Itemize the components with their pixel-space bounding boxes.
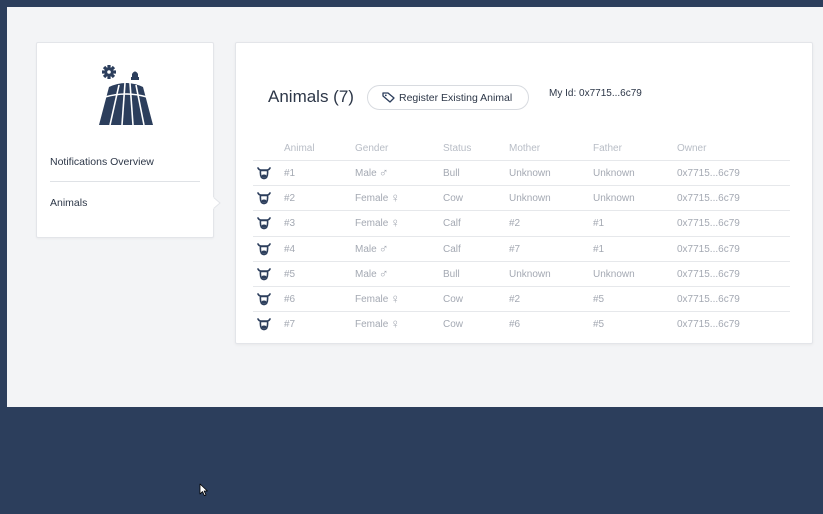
gender-symbol-icon: ♂	[378, 165, 389, 180]
mouse-pointer-icon	[199, 483, 208, 496]
register-button-label: Register Existing Animal	[399, 91, 513, 104]
cow-head-icon	[257, 318, 271, 331]
cell-status: Calf	[443, 243, 461, 255]
column-header-gender: Gender	[355, 143, 389, 154]
column-header-father: Father	[593, 143, 622, 154]
cell-mother: #2	[509, 218, 521, 230]
sidebar-item-animals[interactable]: Animals	[50, 197, 87, 209]
cow-head-icon	[257, 217, 271, 230]
cell-animal: #5	[284, 268, 296, 280]
column-header-animal: Animal	[284, 143, 315, 154]
cell-status: Cow	[443, 193, 464, 205]
cell-status: Calf	[443, 218, 461, 230]
cell-owner: 0x7715...6c79	[677, 293, 740, 305]
cell-owner: 0x7715...6c79	[677, 268, 740, 280]
cell-father: Unknown	[593, 268, 635, 280]
barn-logo-icon	[99, 65, 153, 125]
gender-symbol-icon: ♀	[390, 316, 401, 332]
cell-status: Bull	[443, 168, 460, 179]
cell-mother: Unknown	[509, 193, 551, 205]
sidebar-item-notifications[interactable]: Notifications Overview	[50, 156, 154, 168]
gender-symbol-icon: ♀	[390, 215, 401, 231]
gender-symbol-icon: ♂	[378, 240, 389, 256]
table-row[interactable]: #6 Female ♀ Cow #2 #5 0x7715...6c79	[253, 287, 790, 313]
cell-status: Cow	[443, 293, 464, 305]
table-row[interactable]: #7 Female ♀ Cow #6 #5 0x7715...6c79	[253, 312, 790, 337]
cell-mother: #2	[509, 293, 521, 305]
cell-father: #5	[593, 293, 605, 305]
tag-icon	[382, 92, 395, 103]
cell-gender: Female ♀	[355, 215, 401, 231]
app-page: Notifications Overview Animals Animals (…	[7, 7, 823, 514]
cell-mother: #6	[509, 319, 521, 331]
table-row[interactable]: #4 Male ♂ Calf #7 #1 0x7715...6c79	[253, 237, 790, 262]
footer	[7, 407, 823, 514]
cell-animal: #7	[284, 319, 296, 331]
gender-label: Female	[355, 293, 389, 305]
cell-mother: Unknown	[509, 268, 551, 280]
cell-animal: #4	[284, 243, 296, 255]
cell-father: #1	[593, 243, 605, 255]
table-row[interactable]: #2 Female ♀ Cow Unknown Unknown 0x7715...6c79	[253, 186, 790, 212]
gender-label: Female	[355, 218, 389, 230]
sidebar: Notifications Overview Animals	[36, 42, 221, 238]
table-body: #1 Male ♂ Bull Unknown Unknown 0x7715...6c79 #2…	[253, 161, 790, 337]
cell-animal: #1	[284, 168, 296, 179]
table-row[interactable]: #5 Male ♂ Bull Unknown Unknown 0x7715...6c79	[253, 262, 790, 287]
cell-animal: #2	[284, 193, 296, 205]
cell-father: #5	[593, 319, 605, 331]
cell-gender: Female ♀	[355, 190, 401, 206]
gender-symbol-icon: ♀	[390, 290, 401, 306]
sidebar-divider	[50, 181, 200, 182]
cell-father: Unknown	[593, 168, 635, 179]
column-header-mother: Mother	[509, 143, 541, 154]
cell-owner: 0x7715...6c79	[677, 193, 740, 205]
cell-mother: #7	[509, 243, 521, 255]
table-row[interactable]: #3 Female ♀ Calf #2 #1 0x7715...6c79	[253, 211, 790, 237]
animals-card: Animals (7) Register Existing Animal My …	[235, 42, 813, 344]
cell-animal: #3	[284, 218, 296, 230]
cow-head-icon	[257, 242, 271, 255]
cell-status: Cow	[443, 319, 464, 331]
gender-label: Female	[355, 319, 389, 331]
gender-label: Male	[355, 268, 377, 280]
cow-head-icon	[257, 167, 271, 180]
cell-gender: Female ♀	[355, 316, 401, 332]
cell-animal: #6	[284, 293, 296, 305]
gender-label: Male	[355, 168, 377, 179]
cow-head-icon	[257, 192, 271, 205]
table-row[interactable]: #1 Male ♂ Bull Unknown Unknown 0x7715...6c79	[253, 161, 790, 187]
animals-table: Animal Gender Status Mother Father Owner…	[253, 137, 790, 337]
cell-mother: Unknown	[509, 168, 551, 179]
my-id-label: My Id: 0x7715...6c79	[549, 88, 642, 99]
cow-head-icon	[257, 267, 271, 281]
active-indicator-arrow-icon	[213, 197, 221, 209]
cell-gender: Male ♂	[355, 165, 389, 180]
cell-father: #1	[593, 218, 605, 230]
page-title: Animals (7)	[268, 87, 354, 106]
column-header-status: Status	[443, 143, 472, 154]
gender-symbol-icon: ♂	[378, 265, 389, 281]
cell-owner: 0x7715...6c79	[677, 168, 740, 179]
cell-gender: Male ♂	[355, 265, 389, 281]
gender-label: Male	[355, 243, 377, 255]
cell-status: Bull	[443, 268, 460, 280]
gender-symbol-icon: ♀	[390, 190, 401, 206]
cell-gender: Male ♂	[355, 240, 389, 256]
table-header: Animal Gender Status Mother Father Owner	[253, 137, 790, 161]
gender-label: Female	[355, 193, 389, 205]
cell-owner: 0x7715...6c79	[677, 243, 740, 255]
cow-head-icon	[257, 293, 271, 306]
cell-owner: 0x7715...6c79	[677, 218, 740, 230]
column-header-owner: Owner	[677, 143, 707, 154]
register-existing-animal-button[interactable]: Register Existing Animal	[367, 85, 529, 110]
cell-father: Unknown	[593, 193, 635, 205]
cell-gender: Female ♀	[355, 290, 401, 306]
cell-owner: 0x7715...6c79	[677, 319, 740, 331]
